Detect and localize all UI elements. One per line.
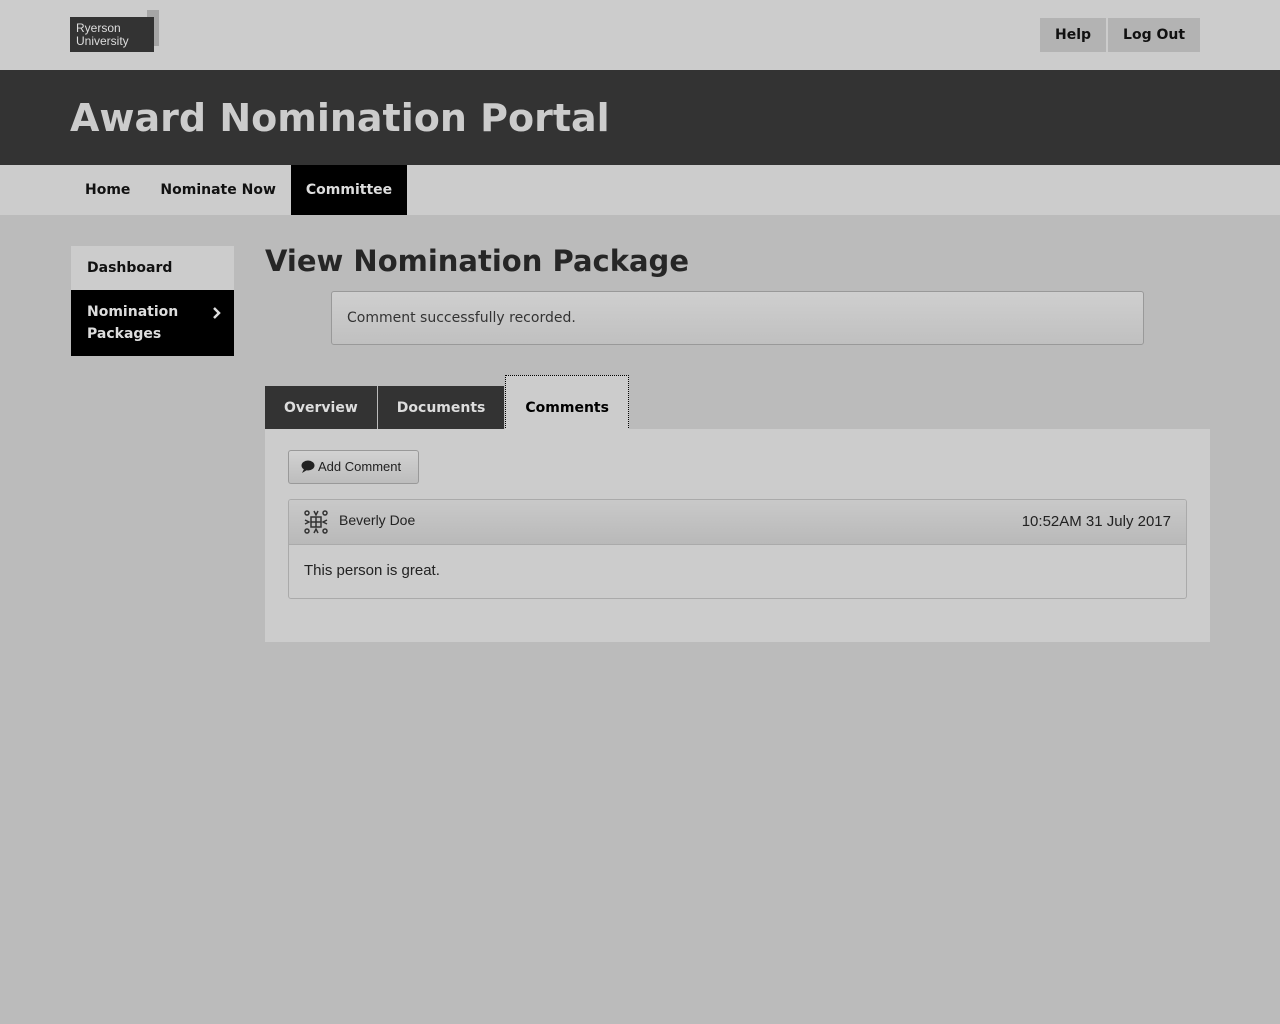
page-title: View Nomination Package xyxy=(265,244,689,278)
ryerson-logo[interactable]: Ryerson University xyxy=(70,17,154,52)
add-comment-button[interactable]: Add Comment xyxy=(288,450,419,484)
comment-timestamp: 10:52AM 31 July 2017 xyxy=(1021,513,1171,530)
comment-icon xyxy=(301,460,315,473)
add-comment-label: Add Comment xyxy=(318,459,402,474)
comments-panel: Add Comment Beverly Doe 10:52AM 31 July … xyxy=(265,429,1210,642)
comment-header: Beverly Doe 10:52AM 31 July 2017 xyxy=(289,500,1186,545)
top-bar: Ryerson University Help Log Out xyxy=(0,0,1280,70)
tab-comments[interactable]: Comments xyxy=(505,375,629,430)
tab-bar: Overview Documents Comments xyxy=(265,375,630,430)
sidebar-item-label: Nomination Packages xyxy=(87,304,179,342)
avatar-icon xyxy=(304,510,328,534)
nav-home[interactable]: Home xyxy=(70,165,145,215)
success-alert: Comment successfully recorded. xyxy=(331,291,1144,345)
chevron-right-icon xyxy=(213,307,221,319)
tab-overview[interactable]: Overview xyxy=(265,386,377,430)
help-button[interactable]: Help xyxy=(1040,18,1107,52)
sidebar: Dashboard Nomination Packages xyxy=(71,246,234,356)
main-nav: Home Nominate Now Committee xyxy=(0,165,1280,215)
sidebar-item-dashboard[interactable]: Dashboard xyxy=(71,246,234,290)
logout-button[interactable]: Log Out xyxy=(1108,18,1201,52)
comment-body: This person is great. xyxy=(304,562,440,579)
comment-author: Beverly Doe xyxy=(339,512,416,528)
nav-committee[interactable]: Committee xyxy=(290,165,408,215)
nav-nominate-now[interactable]: Nominate Now xyxy=(145,165,290,215)
tab-documents[interactable]: Documents xyxy=(377,386,505,430)
portal-title: Award Nomination Portal xyxy=(0,70,1280,165)
comment-card: Beverly Doe 10:52AM 31 July 2017 This pe… xyxy=(288,499,1187,599)
sidebar-item-nomination-packages[interactable]: Nomination Packages xyxy=(71,290,234,356)
logo-line2: University xyxy=(76,34,129,48)
